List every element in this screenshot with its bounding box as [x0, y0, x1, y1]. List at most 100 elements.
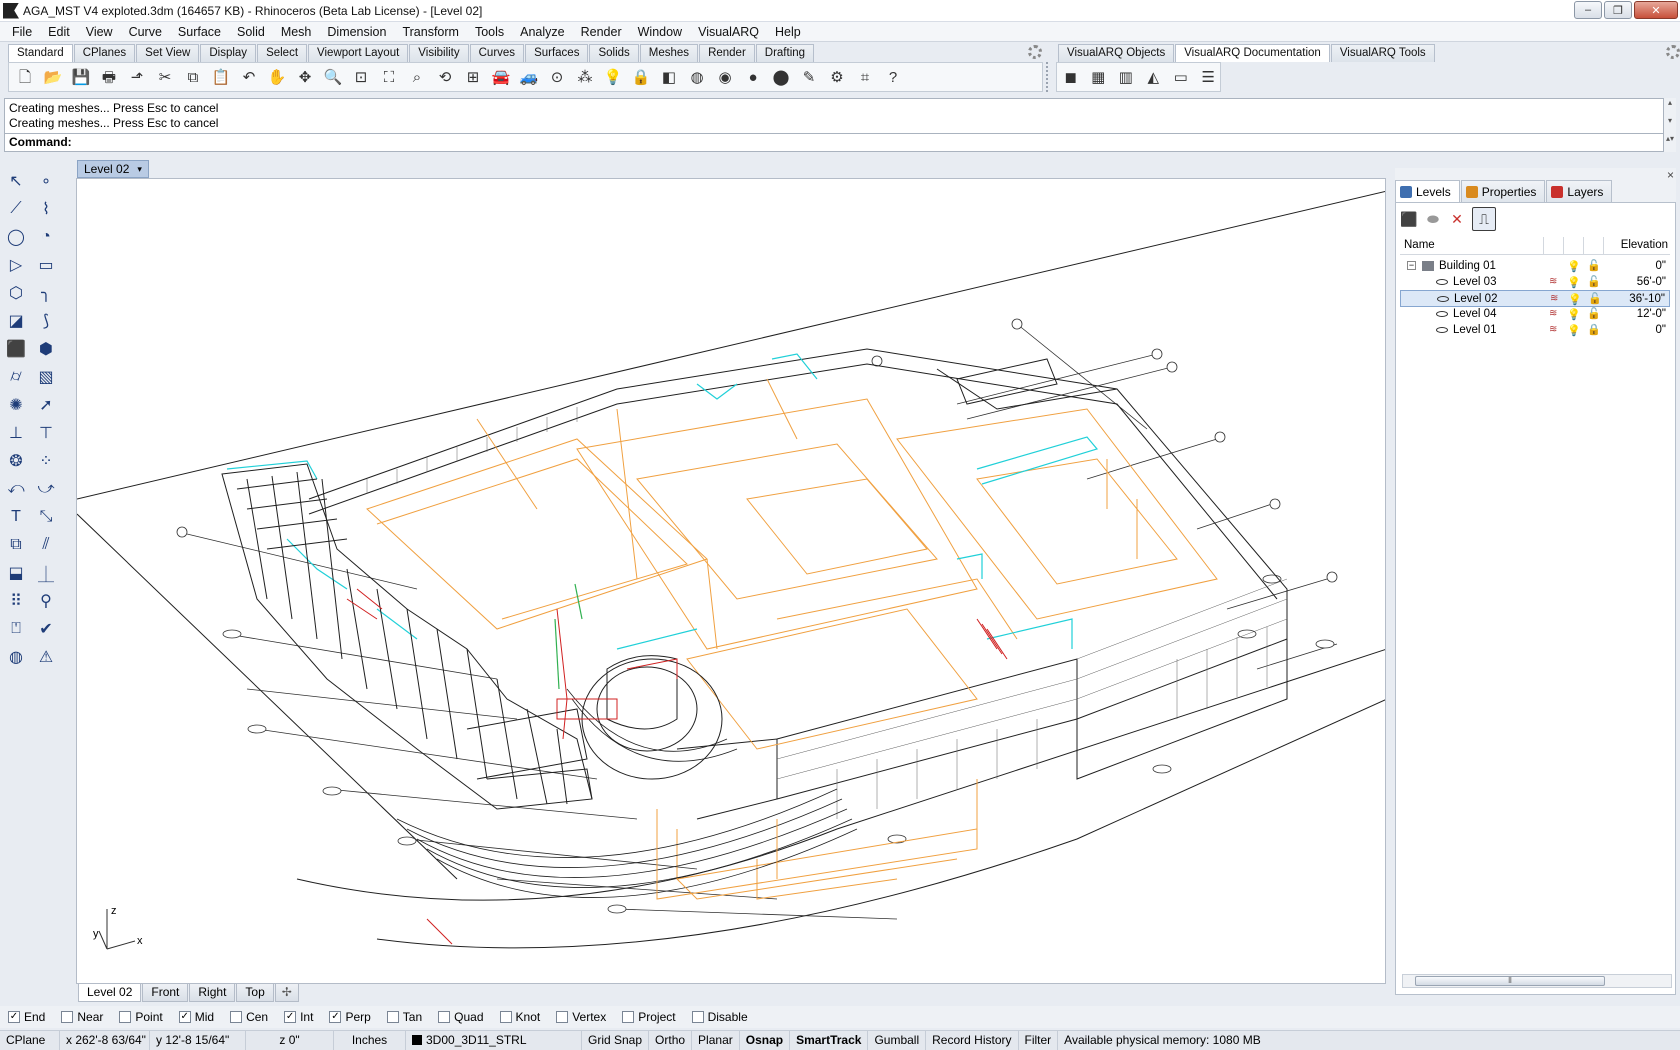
visibility-bulb-icon[interactable]: 💡: [1567, 276, 1581, 289]
status-cplane[interactable]: CPlane: [0, 1030, 60, 1050]
menu-dimension[interactable]: Dimension: [319, 22, 394, 42]
osnap-end[interactable]: ✓ End: [8, 1010, 45, 1024]
osnap-perp[interactable]: ✓ Perp: [329, 1010, 371, 1024]
tab-set-view[interactable]: Set View: [136, 44, 200, 62]
lock-icon[interactable]: 🔒: [629, 65, 653, 89]
osnap-checkbox[interactable]: ✓: [284, 1011, 297, 1023]
split-icon[interactable]: ⊤: [33, 420, 59, 446]
status-toggle-smarttrack[interactable]: SmartTrack: [790, 1030, 869, 1050]
osnap-tan[interactable]: Tan: [386, 1010, 422, 1024]
open-file-icon[interactable]: 📂: [41, 65, 65, 89]
point-icon[interactable]: ∘: [33, 168, 59, 194]
tab-visualarq-objects[interactable]: VisualARQ Objects: [1058, 44, 1175, 62]
new-file-icon[interactable]: 🗋: [13, 65, 37, 89]
osnap-checkbox[interactable]: [691, 1011, 704, 1023]
menu-window[interactable]: Window: [630, 22, 690, 42]
snap-points-icon[interactable]: ⌗: [853, 65, 877, 89]
visibility-bulb-icon[interactable]: 💡: [1568, 293, 1582, 306]
level-row[interactable]: Level 03 ≋ 💡 🔓 56'-0": [1400, 274, 1670, 291]
level-settings-icon[interactable]: ⎍: [1472, 207, 1496, 231]
osnap-point[interactable]: Point: [119, 1010, 163, 1024]
status-current-layer[interactable]: 3D00_3D11_STRL: [406, 1030, 582, 1050]
viewport-dropdown-icon[interactable]: ▾: [137, 164, 142, 175]
osnap-project[interactable]: Project: [622, 1010, 676, 1024]
tab-select[interactable]: Select: [257, 44, 308, 62]
analyze-icon[interactable]: ⍞: [3, 616, 29, 642]
polyline-icon[interactable]: ⟋: [3, 196, 29, 222]
add-view-tab-icon[interactable]: ✢: [274, 984, 299, 1002]
tab-render[interactable]: Render: [699, 44, 755, 62]
menu-analyze[interactable]: Analyze: [512, 22, 572, 42]
control-point-curve-icon[interactable]: ⌇: [33, 196, 59, 222]
new-building-icon[interactable]: ⬛: [1400, 210, 1418, 228]
zoom-window-icon[interactable]: ⊡: [349, 65, 373, 89]
box-icon[interactable]: ⬛: [3, 336, 29, 362]
help-icon[interactable]: ?: [881, 65, 905, 89]
arrow-move-icon[interactable]: ➚: [33, 392, 59, 418]
tab-meshes[interactable]: Meshes: [639, 44, 699, 62]
column-name-header[interactable]: Name: [1404, 239, 1435, 251]
panel-horizontal-scrollbar[interactable]: ⦀: [1402, 974, 1672, 988]
tab-standard[interactable]: Standard: [8, 44, 73, 62]
check-icon[interactable]: ✔: [33, 616, 59, 642]
scrollbar-thumb[interactable]: ⦀: [1415, 976, 1605, 986]
section-toggle-icon[interactable]: ≋: [1549, 276, 1557, 287]
print-icon[interactable]: 🖶: [97, 65, 121, 89]
locked-icon[interactable]: 🔒: [1587, 323, 1601, 336]
close-button[interactable]: ✕: [1634, 1, 1678, 19]
viewport-title-tab[interactable]: Level 02 ▾: [77, 160, 149, 178]
car-icon[interactable]: 🚘: [489, 65, 513, 89]
visibility-bulb-icon[interactable]: 💡: [1567, 324, 1581, 337]
menu-help[interactable]: Help: [767, 22, 809, 42]
osnap-near[interactable]: Near: [61, 1010, 103, 1024]
tab-curves[interactable]: Curves: [469, 44, 525, 62]
ungroup-icon[interactable]: ⁘: [33, 448, 59, 474]
menu-render[interactable]: Render: [573, 22, 630, 42]
blue-sphere-icon[interactable]: ⬤: [769, 65, 793, 89]
zoom-extents-icon[interactable]: ⛶: [377, 65, 401, 89]
menu-solid[interactable]: Solid: [229, 22, 273, 42]
table-icon[interactable]: ▦: [1087, 65, 1111, 89]
gear-explode-icon[interactable]: ✺: [3, 392, 29, 418]
trim-icon[interactable]: ⊥: [3, 420, 29, 446]
export-icon[interactable]: ⬏: [125, 65, 149, 89]
status-toggle-planar[interactable]: Planar: [692, 1030, 740, 1050]
pan-hand-icon[interactable]: ✋: [265, 65, 289, 89]
unlocked-icon[interactable]: 🔓: [1587, 259, 1601, 272]
boolean-union-icon[interactable]: ⬢: [33, 336, 59, 362]
rotate-object-icon[interactable]: ⤺: [3, 476, 29, 502]
menu-transform[interactable]: Transform: [394, 22, 467, 42]
status-toggle-gumball[interactable]: Gumball: [868, 1030, 927, 1050]
maximize-button[interactable]: ❐: [1604, 1, 1632, 19]
status-toggle-grid-snap[interactable]: Grid Snap: [582, 1030, 650, 1050]
tree-expander-icon[interactable]: −: [1407, 261, 1416, 270]
unlocked-icon[interactable]: 🔓: [1587, 275, 1601, 288]
grid-car-icon[interactable]: 🚙: [517, 65, 541, 89]
toolbar-grip[interactable]: [1046, 62, 1048, 94]
vaobject-box-icon[interactable]: ◼: [1059, 65, 1083, 89]
polygon-outline-icon[interactable]: ▷: [3, 252, 29, 278]
material-icon[interactable]: ⚠: [33, 644, 59, 670]
tab-visibility[interactable]: Visibility: [409, 44, 469, 62]
circle-icon[interactable]: ◯: [3, 224, 29, 250]
block-icon[interactable]: ⧉: [3, 532, 29, 558]
view-tab-level-02[interactable]: Level 02: [78, 984, 142, 1002]
array-icon[interactable]: ⠿: [3, 588, 29, 614]
pen-icon[interactable]: ✎: [797, 65, 821, 89]
osnap-checkbox[interactable]: ✓: [8, 1011, 20, 1023]
color-wheel-icon[interactable]: ◍: [685, 65, 709, 89]
panel-tab-properties[interactable]: Properties: [1460, 180, 1546, 202]
render-object-icon[interactable]: ◍: [3, 644, 29, 670]
menu-edit[interactable]: Edit: [40, 22, 78, 42]
section-toggle-icon[interactable]: ≋: [1550, 293, 1558, 304]
rendered-sphere-icon[interactable]: ●: [741, 65, 765, 89]
tab-display[interactable]: Display: [200, 44, 257, 62]
osnap-checkbox[interactable]: [499, 1011, 512, 1023]
visibility-bulb-icon[interactable]: 💡: [1567, 260, 1581, 273]
status-toggle-record-history[interactable]: Record History: [926, 1030, 1019, 1050]
level-row[interactable]: Level 01 ≋ 💡 🔒 0": [1400, 322, 1670, 339]
unlocked-icon[interactable]: 🔓: [1588, 292, 1602, 305]
menu-tools[interactable]: Tools: [467, 22, 512, 42]
panel-tab-layers[interactable]: Layers: [1546, 180, 1613, 202]
properties-match-icon[interactable]: ⫽: [33, 532, 59, 558]
